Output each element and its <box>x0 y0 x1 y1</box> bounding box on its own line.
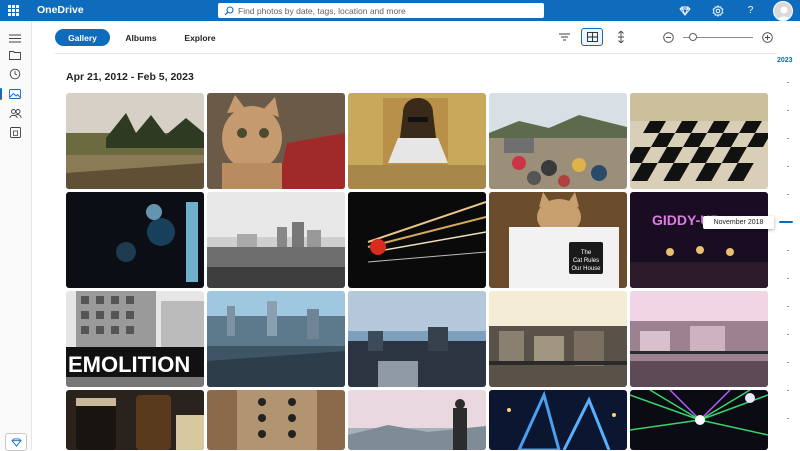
timeline-scrubber[interactable]: 2023 <box>777 54 800 450</box>
photo-tile[interactable] <box>207 390 345 450</box>
my-files-icon[interactable] <box>7 48 23 62</box>
left-navigation-rail <box>0 21 32 451</box>
search-icon <box>224 5 234 15</box>
photo-tile[interactable]: GIDDY-UP <box>630 192 768 288</box>
photo-tile[interactable] <box>630 93 768 189</box>
help-icon[interactable]: ? <box>743 3 758 18</box>
recent-icon[interactable] <box>7 67 23 81</box>
photo-tile[interactable] <box>207 192 345 288</box>
timeline-tooltip: November 2018 <box>703 216 774 229</box>
tab-explore[interactable]: Explore <box>175 29 225 46</box>
zoom-slider-thumb[interactable] <box>689 33 697 41</box>
premium-diamond-icon[interactable] <box>677 3 692 18</box>
photo-tile[interactable] <box>489 390 627 450</box>
photo-tile[interactable] <box>66 192 204 288</box>
timeline-tick <box>787 390 789 391</box>
timeline-tick <box>787 418 789 419</box>
photo-tile[interactable] <box>66 93 204 189</box>
timeline-tick <box>787 250 789 251</box>
recycle-bin-icon[interactable] <box>7 125 23 139</box>
timeline-tick <box>787 194 789 195</box>
app-launcher-icon[interactable] <box>8 5 19 16</box>
photo-tile[interactable] <box>630 291 768 387</box>
photo-tile[interactable] <box>348 93 486 189</box>
photo-tile[interactable] <box>348 192 486 288</box>
photo-tile[interactable] <box>348 291 486 387</box>
photo-tile[interactable] <box>630 390 768 450</box>
timeline-tick <box>787 306 789 307</box>
filter-icon[interactable] <box>553 28 575 46</box>
date-range-heading: Apr 21, 2012 - Feb 5, 2023 <box>66 71 194 83</box>
timeline-tick <box>787 82 789 83</box>
vertical-compact-icon[interactable] <box>610 28 632 46</box>
timeline-tick <box>787 166 789 167</box>
photo-tile[interactable] <box>489 291 627 387</box>
app-name[interactable]: OneDrive <box>37 4 84 16</box>
top-bar: OneDrive ? <box>0 0 800 21</box>
photo-tile[interactable] <box>489 93 627 189</box>
account-avatar[interactable] <box>773 1 793 21</box>
search-input[interactable] <box>238 5 544 16</box>
premium-button[interactable] <box>5 433 27 451</box>
timeline-tick <box>787 138 789 139</box>
photo-tile[interactable] <box>207 291 345 387</box>
photo-tile[interactable]: The Cat Rules Our House <box>489 192 627 288</box>
svg-text:Cat Rules: Cat Rules <box>573 258 599 264</box>
timeline-tick <box>787 278 789 279</box>
timeline-position-marker[interactable] <box>779 221 793 223</box>
zoom-in-icon[interactable] <box>756 28 778 46</box>
menu-icon[interactable] <box>7 31 23 45</box>
timeline-tick <box>787 334 789 335</box>
photo-tile[interactable] <box>207 93 345 189</box>
tab-gallery[interactable]: Gallery <box>55 29 110 46</box>
tab-albums[interactable]: Albums <box>116 29 166 46</box>
timeline-tick <box>787 362 789 363</box>
photo-tile[interactable] <box>348 390 486 450</box>
photo-tile[interactable] <box>66 390 204 450</box>
timeline-tick <box>787 110 789 111</box>
settings-gear-icon[interactable] <box>710 3 725 18</box>
grid-view-icon[interactable] <box>581 28 603 46</box>
svg-text:Our House: Our House <box>571 266 601 272</box>
timeline-year-label[interactable]: 2023 <box>777 57 793 64</box>
svg-text:EMOLITION: EMOLITION <box>68 352 190 377</box>
photo-tile[interactable]: EMOLITION <box>66 291 204 387</box>
search-box[interactable] <box>218 3 544 18</box>
toolbar-divider <box>55 53 777 54</box>
svg-text:The: The <box>581 250 592 256</box>
zoom-out-icon[interactable] <box>657 28 679 46</box>
photos-icon[interactable] <box>0 87 23 101</box>
shared-icon[interactable] <box>7 106 23 120</box>
